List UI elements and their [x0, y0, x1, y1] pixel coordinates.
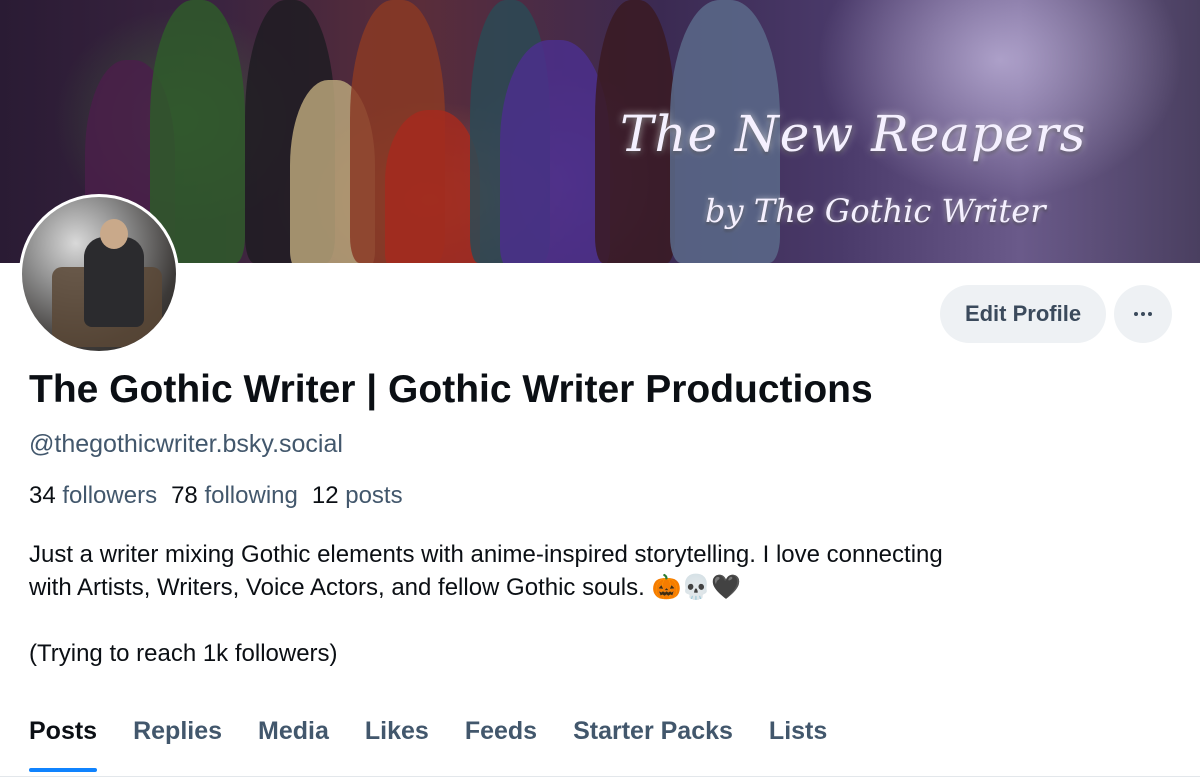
posts-count-stat: 12 posts — [312, 482, 403, 510]
more-options-button[interactable] — [1114, 285, 1172, 343]
tab-feeds[interactable]: Feeds — [447, 705, 555, 776]
followers-link[interactable]: 34 followers — [29, 482, 157, 510]
followers-count: 34 — [29, 482, 56, 509]
profile-tabs: Posts Replies Media Likes Feeds Starter … — [0, 705, 1200, 777]
banner-character — [500, 40, 610, 263]
tab-label: Starter Packs — [573, 717, 733, 745]
avatar[interactable] — [19, 194, 179, 354]
bio-line: (Trying to reach 1k followers) — [29, 640, 338, 667]
tab-replies[interactable]: Replies — [115, 705, 240, 776]
banner-subtitle: by The Gothic Writer — [705, 192, 1046, 230]
following-link[interactable]: 78 following — [171, 482, 298, 510]
tab-label: Likes — [364, 717, 429, 745]
following-label: following — [204, 482, 298, 509]
bio-line: with Artists, Writers, Voice Actors, and… — [29, 574, 742, 601]
followers-label: followers — [62, 482, 158, 509]
tab-label: Feeds — [464, 717, 538, 745]
edit-profile-button[interactable]: Edit Profile — [940, 285, 1106, 343]
tab-label: Posts — [29, 717, 98, 745]
ellipsis-icon — [1134, 312, 1152, 316]
avatar-head — [100, 219, 128, 249]
profile-handle: @thegothicwriter.bsky.social — [29, 430, 343, 458]
tab-starter-packs[interactable]: Starter Packs — [555, 705, 751, 776]
banner-title: The New Reapers — [620, 105, 1087, 163]
display-name: The Gothic Writer | Gothic Writer Produc… — [29, 368, 873, 411]
tab-media[interactable]: Media — [240, 705, 347, 776]
bio-spacer — [29, 604, 1179, 637]
bio-line: Just a writer mixing Gothic elements wit… — [29, 541, 943, 568]
active-tab-indicator — [29, 768, 98, 772]
tab-label: Media — [258, 717, 329, 745]
avatar-figure — [84, 237, 144, 327]
posts-count: 12 — [311, 482, 339, 509]
banner-character — [385, 110, 480, 263]
profile-banner[interactable]: The New Reapers by The Gothic Writer — [0, 0, 1200, 263]
posts-label: posts — [345, 482, 403, 509]
following-count: 78 — [171, 482, 198, 509]
banner-character — [150, 0, 245, 263]
tab-label: Lists — [768, 717, 828, 745]
profile-stats: 34 followers 78 following 12 posts — [29, 482, 403, 510]
tab-label: Replies — [133, 717, 223, 745]
tab-posts[interactable]: Posts — [11, 705, 115, 776]
profile-bio: Just a writer mixing Gothic elements wit… — [29, 538, 1179, 670]
tab-lists[interactable]: Lists — [751, 705, 845, 776]
tab-likes[interactable]: Likes — [347, 705, 447, 776]
